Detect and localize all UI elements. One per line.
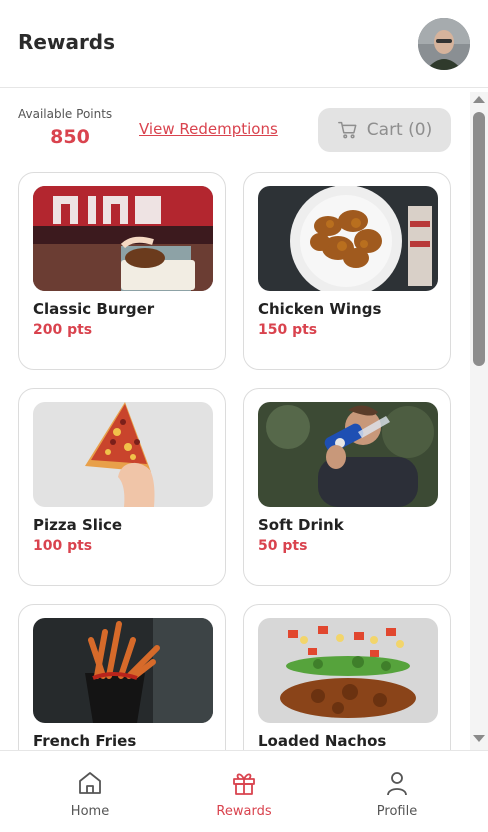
reward-image-wings [258, 186, 438, 291]
home-icon [79, 772, 101, 794]
reward-points: 200 pts [33, 322, 93, 338]
nav-label: Profile [376, 804, 418, 819]
reward-points: 50 pts [258, 538, 308, 554]
scrollbar-thumb[interactable] [473, 112, 485, 366]
reward-points: 100 pts [33, 538, 93, 554]
reward-card-classic-burger[interactable]: Classic Burger 200 pts [18, 172, 226, 370]
reward-image-pizza [33, 402, 213, 507]
reward-card-soft-drink[interactable]: Soft Drink 50 pts [243, 388, 451, 586]
view-redemptions-link[interactable]: View Redemptions [139, 120, 278, 138]
cart-label: Cart (0) [366, 120, 433, 140]
reward-name: Classic Burger [33, 300, 155, 318]
user-icon [387, 772, 407, 796]
avatar[interactable] [418, 18, 470, 70]
bottom-nav: Home Rewards Profile [0, 750, 488, 832]
nav-profile[interactable]: Profile [337, 751, 457, 832]
page-title: Rewards [18, 30, 116, 54]
points-value: 850 [50, 126, 90, 148]
scroll-down-arrow[interactable] [473, 735, 485, 742]
reward-card-loaded-nachos[interactable]: Loaded Nachos [243, 604, 451, 750]
reward-name: Loaded Nachos [258, 732, 387, 750]
nav-rewards[interactable]: Rewards [184, 751, 304, 832]
nav-label: Rewards [216, 804, 272, 819]
app-header: Rewards [0, 0, 488, 88]
reward-card-pizza-slice[interactable]: Pizza Slice 100 pts [18, 388, 226, 586]
cart-button[interactable]: Cart (0) [318, 108, 451, 152]
cart-icon [337, 121, 357, 139]
reward-image-fries [33, 618, 213, 723]
points-label: Available Points [18, 107, 113, 121]
reward-card-french-fries[interactable]: French Fries [18, 604, 226, 750]
nav-label: Home [70, 804, 110, 819]
reward-name: Chicken Wings [258, 300, 382, 318]
scroll-up-arrow[interactable] [473, 96, 485, 103]
reward-image-burger [33, 186, 213, 291]
reward-image-drink [258, 402, 438, 507]
reward-name: French Fries [33, 732, 137, 750]
reward-name: Soft Drink [258, 516, 344, 534]
nav-home[interactable]: Home [30, 751, 150, 832]
gift-icon [233, 773, 255, 795]
reward-card-chicken-wings[interactable]: Chicken Wings 150 pts [243, 172, 451, 370]
reward-name: Pizza Slice [33, 516, 123, 534]
reward-points: 150 pts [258, 322, 318, 338]
reward-image-nachos [258, 618, 438, 723]
